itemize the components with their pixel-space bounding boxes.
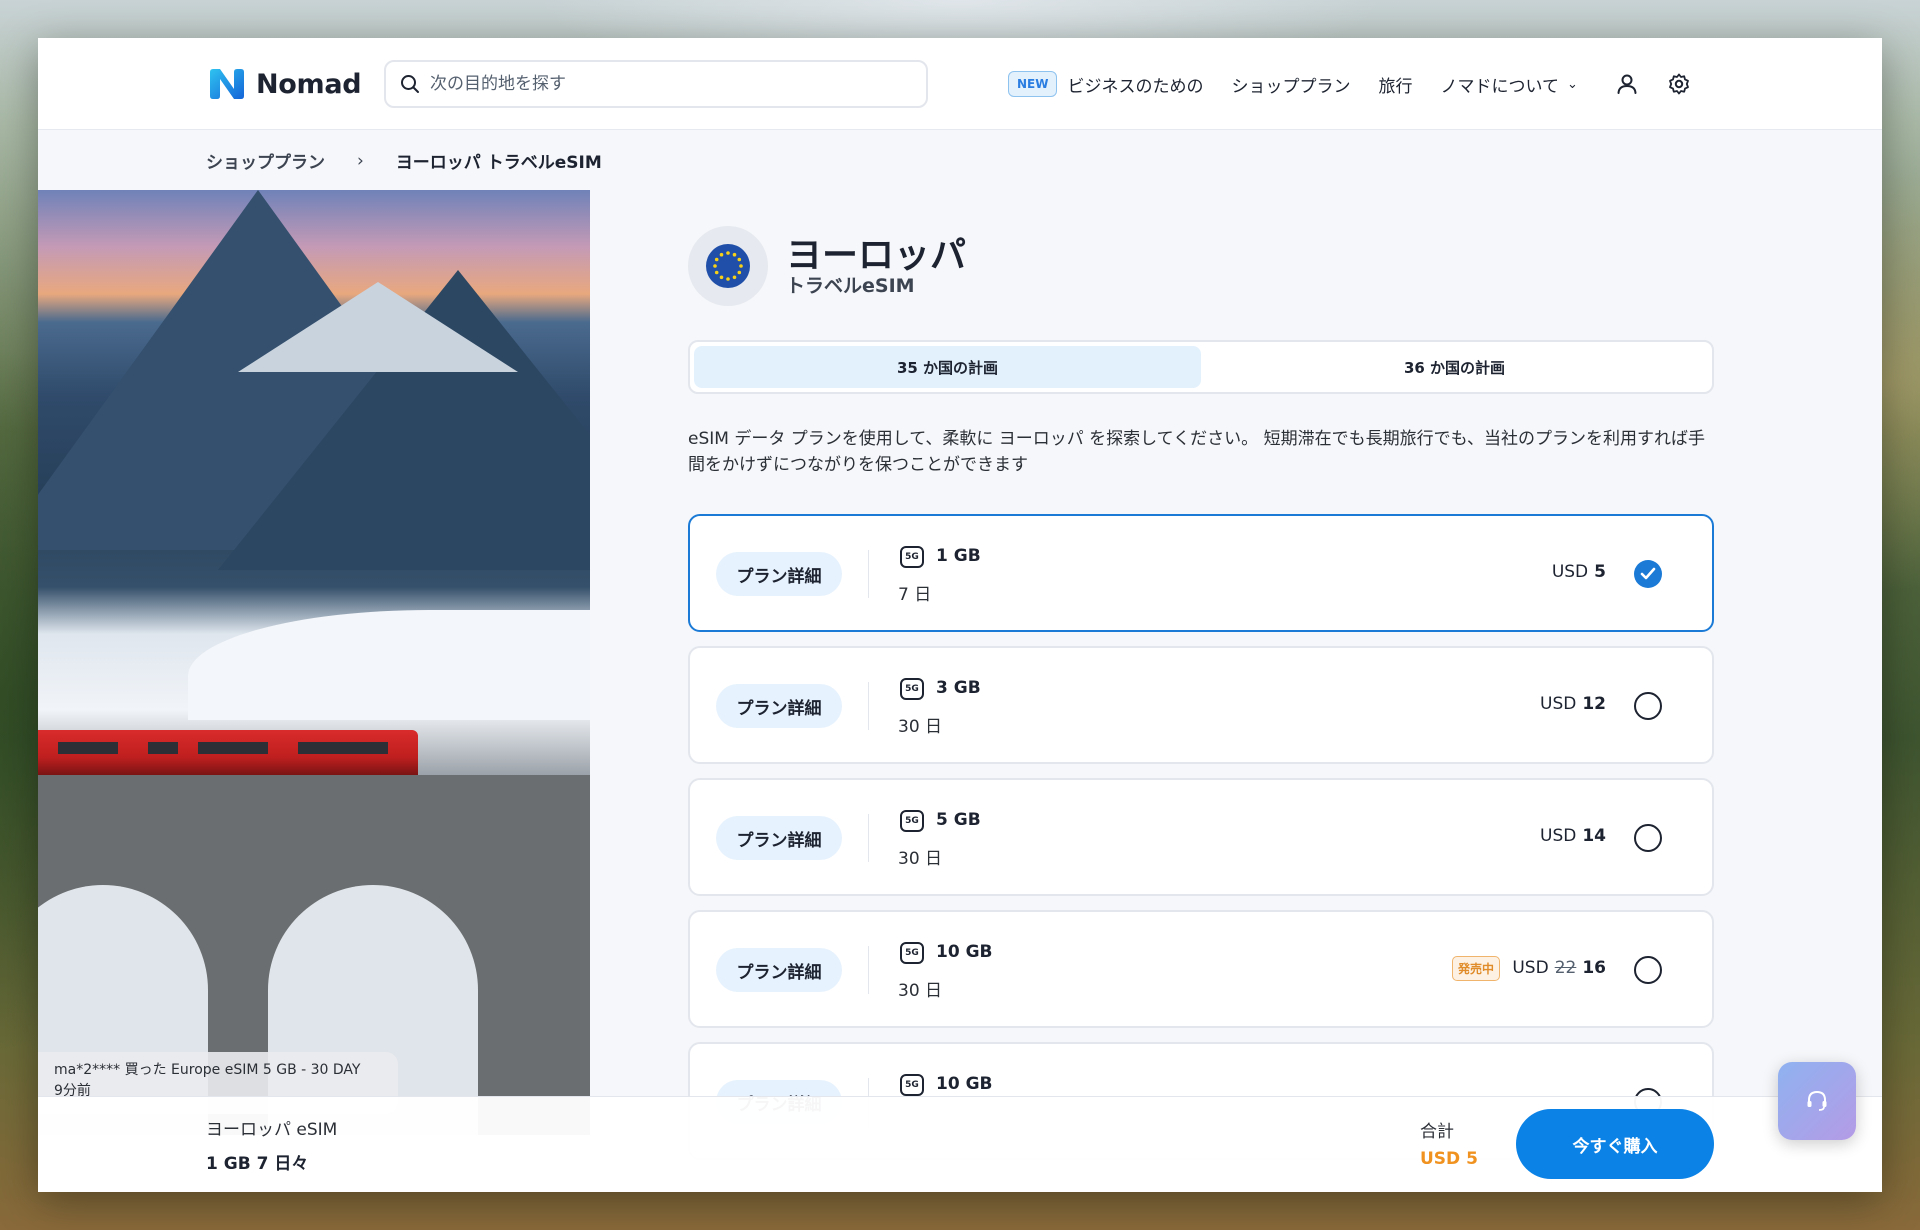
plan-data-amount: 10 GB [936,1074,993,1094]
tab-36-countries[interactable]: 36 か国の計画 [1201,346,1708,388]
5g-icon: 5G [900,810,924,832]
divider [868,550,869,598]
plan-card[interactable]: プラン詳細 5G 5 GB 30 日 USD 14 [688,778,1714,896]
plan-price: USD 5 [1552,562,1606,582]
plan-duration: 30 日 [898,717,943,737]
plan-list: プラン詳細 5G 1 GB 7 日 USD 5 プラン詳細 5G 3 GB 30… [688,514,1714,1174]
plan-card[interactable]: プラン詳細 5G 3 GB 30 日 USD 12 [688,646,1714,764]
checkout-total-label: 合計 [1420,1122,1454,1142]
plan-price: USD 14 [1540,826,1606,846]
plan-details-button[interactable]: プラン詳細 [716,684,842,728]
5g-icon: 5G [900,678,924,700]
gear-icon-glyph [1668,73,1689,95]
tab-35-countries[interactable]: 35 か国の計画 [694,346,1201,388]
5g-icon: 5G [900,546,924,568]
plan-description: eSIM データ プランを使用して、柔軟に ヨーロッパ を探索してください。 短… [688,429,1706,475]
toast-message: ma*2**** 買った Europe eSIM 5 GB - 30 DAY [54,1062,361,1078]
plan-scope-tabs: 35 か国の計画 36 か国の計画 [688,340,1714,394]
plan-duration: 30 日 [898,981,943,1001]
check-icon [1640,567,1656,580]
divider [868,814,869,862]
checkout-product-name: ヨーロッパ eSIM [206,1120,338,1140]
buy-now-button[interactable]: 今すぐ購入 [1516,1109,1714,1179]
price-currency: USD [1512,958,1549,978]
country-subtitle: トラベルeSIM [786,275,915,297]
browser-window: Nomad NEW ビジネスのための ショッププラン 旅行 ノマドについて ⌄ [38,38,1882,1192]
breadcrumb: ショッププラン › ヨーロッパ トラベルeSIM [206,148,602,174]
checkout-bar: ヨーロッパ eSIM 1 GB 7 日々 合計 USD 5 今すぐ購入 [38,1096,1882,1192]
plan-duration: 30 日 [898,849,943,869]
new-badge: NEW [1008,71,1058,97]
price-original: 22 [1554,958,1577,978]
plan-card[interactable]: プラン詳細 5G 1 GB 7 日 USD 5 [688,514,1714,632]
search-box[interactable] [384,60,928,108]
breadcrumb-shop-plans[interactable]: ショッププラン [206,148,325,173]
breadcrumb-current: ヨーロッパ トラベルeSIM [395,153,602,173]
checkout-total-value: USD 5 [1420,1149,1478,1169]
nav-shop-plans[interactable]: ショッププラン [1231,72,1350,97]
plan-price: USD 22 16 [1512,958,1606,978]
divider [868,682,869,730]
chevron-down-icon[interactable]: ⌄ [1567,77,1578,92]
user-icon[interactable] [1614,71,1640,97]
headset-icon [1807,1090,1827,1111]
search-icon [401,75,419,93]
nav-business[interactable]: ビジネスのための [1067,72,1203,97]
plan-data-amount: 1 GB [936,546,981,566]
train [38,730,418,775]
sale-badge: 発売中 [1451,956,1500,981]
plan-details-button[interactable]: プラン詳細 [716,552,842,596]
eu-flag-glyph [706,244,750,288]
nomad-logo-icon [210,69,244,99]
price-currency: USD [1551,562,1589,582]
snow-field [188,610,590,720]
eu-flag-icon [688,226,768,306]
plan-details-button[interactable]: プラン詳細 [716,816,842,860]
price-amount: 12 [1582,694,1606,714]
nav-travel[interactable]: 旅行 [1378,72,1412,97]
mountain-snow-shape [238,282,518,372]
plan-duration: 7 日 [898,585,932,605]
plan-radio[interactable] [1634,692,1662,720]
nomad-logo[interactable]: Nomad [206,66,362,102]
price-amount: 16 [1582,958,1606,978]
price-currency: USD [1540,694,1577,714]
user-icon-glyph [1617,74,1637,94]
breadcrumb-separator: › [357,150,364,171]
plan-card[interactable]: プラン詳細 5G 10 GB 30 日 発売中 USD 22 16 [688,910,1714,1028]
destination-hero-image: ma*2**** 買った Europe eSIM 5 GB - 30 DAY 9… [38,190,590,1135]
plan-data-amount: 3 GB [936,678,981,698]
plan-details-button[interactable]: プラン詳細 [716,948,842,992]
plan-radio[interactable] [1634,956,1662,984]
plan-radio-selected[interactable] [1634,560,1662,588]
price-amount: 5 [1594,562,1606,582]
divider [868,946,869,994]
search-input[interactable] [430,74,910,94]
main-nav: NEW ビジネスのための ショッププラン 旅行 ノマドについて ⌄ [1008,68,1718,100]
site-header: Nomad NEW ビジネスのための ショッププラン 旅行 ノマドについて ⌄ [38,38,1882,130]
5g-icon: 5G [900,1074,924,1096]
plan-data-amount: 5 GB [936,810,981,830]
price-amount: 14 [1582,826,1606,846]
gear-icon[interactable] [1666,71,1692,97]
logo-text: Nomad [256,68,362,100]
plan-price: USD 12 [1540,694,1606,714]
price-currency: USD [1540,826,1577,846]
nav-about[interactable]: ノマドについて [1440,72,1559,97]
plan-data-amount: 10 GB [936,942,993,962]
5g-icon: 5G [900,942,924,964]
checkout-selected-plan: 1 GB 7 日々 [206,1154,309,1174]
support-chat-button[interactable] [1778,1062,1856,1140]
plan-radio[interactable] [1634,824,1662,852]
